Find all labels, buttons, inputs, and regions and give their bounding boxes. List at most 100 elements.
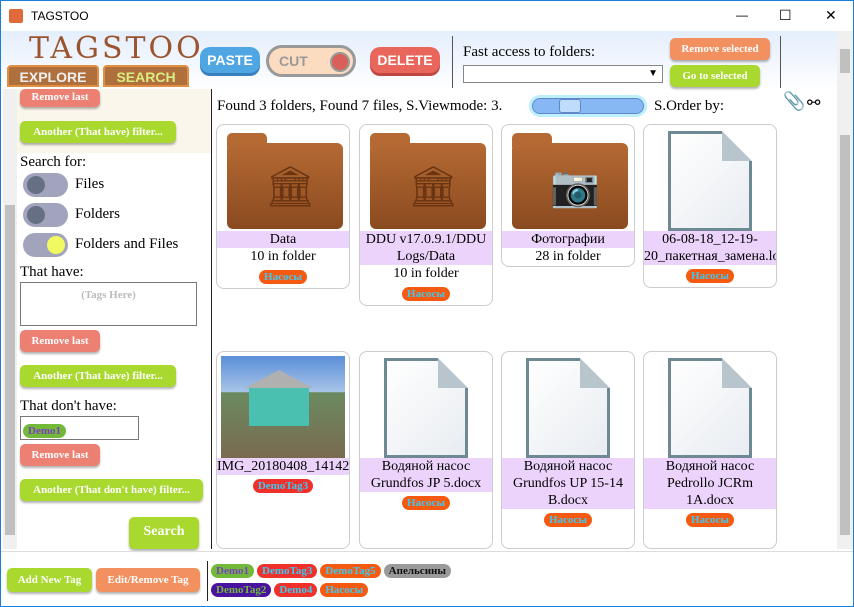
remove-last-button[interactable]: Remove last (20, 330, 100, 352)
edit-remove-tag-button[interactable]: Edit/Remove Tag (96, 568, 200, 592)
search-for-label: Search for: (20, 154, 87, 170)
image-thumbnail (221, 356, 345, 458)
item-name: Водяной насос Grundfos UP 15-14 B.docx (502, 458, 634, 509)
that-have-label: That have: (20, 264, 84, 280)
image-card[interactable]: IMG_20180408_141424.jpg DemoTag3 (216, 351, 350, 549)
tag-chip[interactable]: Насосы (402, 287, 450, 301)
header-scrollbar[interactable] (837, 31, 853, 91)
minimize-button[interactable]: — (736, 8, 748, 22)
tag-chip[interactable]: Demo1 (23, 424, 66, 438)
tag-chip[interactable]: Demo1 (211, 564, 254, 578)
folder-icon: 🏛 (370, 133, 486, 229)
folder-card[interactable]: 🏛 Data 10 in folder Насосы (216, 124, 350, 289)
tag-chip[interactable]: DemoTag2 (211, 583, 272, 597)
tag-chip[interactable]: DemoTag3 (257, 564, 318, 578)
document-icon (668, 131, 752, 231)
cut-label: CUT (279, 53, 308, 69)
file-card[interactable]: 06-08-18_12-19-20_пакетная_замена.log Нас… (643, 124, 777, 288)
file-card[interactable]: Водяной насос Grundfos JP 5.docx Насосы (359, 351, 493, 549)
divider (207, 561, 208, 601)
app-icon (9, 9, 23, 23)
tab-search[interactable]: SEARCH (103, 65, 189, 87)
divider (1, 551, 853, 552)
item-count: 10 in folder (250, 249, 316, 264)
bank-icon: 🏛 (408, 164, 459, 209)
folder-card[interactable]: 🏛 DDU v17.0.9.1/DDU Logs/Data 10 in folder… (359, 124, 493, 306)
another-have-filter-button[interactable]: Another (That have) filter... (20, 121, 176, 143)
tag-chip[interactable]: DemoTag5 (320, 564, 381, 578)
divider (780, 36, 781, 88)
close-button[interactable]: ✕ (825, 7, 837, 24)
that-dont-have-tags-field[interactable]: Demo1 (20, 416, 139, 440)
folder-icon: 🏛 (227, 133, 343, 229)
search-button[interactable]: Search (129, 517, 199, 549)
file-card[interactable]: Водяной насос Pedrollo JCRm 1A.docx Насос… (643, 351, 777, 549)
item-name: DDU v17.0.9.1/DDU Logs/Data (360, 231, 492, 265)
another-have-filter-button[interactable]: Another (That have) filter... (20, 365, 176, 387)
tag-chip[interactable]: Насосы (259, 270, 307, 284)
scroll-thumb[interactable] (5, 205, 15, 535)
title-bar: TAGSTOO — ☐ ✕ (1, 1, 853, 31)
file-card[interactable]: Водяной насос Grundfos UP 15-14 B.docx На… (501, 351, 635, 549)
tag-chip[interactable]: Насосы (544, 513, 592, 527)
item-name: Водяной насос Grundfos JP 5.docx (360, 458, 492, 492)
viewmode-slider[interactable] (529, 95, 647, 117)
status-text: Found 3 folders, Found 7 files, S.Viewmo… (217, 98, 503, 114)
tag-chip[interactable]: Насосы (402, 496, 450, 510)
divider (211, 89, 212, 549)
document-icon (526, 358, 610, 458)
remove-last-button[interactable]: Remove last (20, 444, 100, 466)
tag-chip[interactable]: DemoTag3 (252, 479, 314, 493)
go-to-selected-button[interactable]: Go to selected (670, 65, 760, 87)
tab-explore[interactable]: EXPLORE (7, 65, 99, 87)
paperclip-icon[interactable]: 📎 (783, 91, 805, 112)
toggle-folders[interactable] (23, 203, 68, 227)
document-icon (384, 358, 468, 458)
bank-icon: 🏛 (265, 164, 316, 209)
that-have-tags-field[interactable]: (Tags Here) (20, 282, 197, 326)
left-scrollbar[interactable] (3, 89, 17, 549)
toggle-files-label: Files (75, 176, 105, 192)
tag-chip[interactable]: Насосы (686, 269, 734, 283)
item-count: 10 in folder (393, 266, 459, 281)
tag-list: Demo1 DemoTag3 DemoTag5 Апельсины DemoTag2 De… (211, 561, 491, 599)
link-circles-icon[interactable]: ⚯ (807, 93, 820, 113)
main-scrollbar[interactable] (837, 91, 853, 549)
document-icon (668, 358, 752, 458)
toggle-folders-and-files[interactable] (23, 233, 68, 257)
delete-button[interactable]: DELETE (370, 47, 440, 73)
item-name: Data (217, 231, 349, 248)
cut-knob (330, 52, 350, 72)
add-new-tag-button[interactable]: Add New Tag (7, 568, 92, 592)
toggle-folders-and-files-label: Folders and Files (75, 236, 179, 252)
folder-card[interactable]: 📷 Фотографии 28 in folder (501, 124, 635, 267)
tag-chip[interactable]: Апельсины (383, 564, 451, 578)
another-dont-have-filter-button[interactable]: Another (That don't have) filter... (20, 479, 203, 501)
remove-selected-button[interactable]: Remove selected (670, 38, 770, 60)
dropdown-arrow-icon: ▼ (648, 68, 658, 79)
item-name: Фотографии (502, 231, 634, 248)
cut-toggle[interactable]: CUT (266, 45, 356, 77)
fast-access-label: Fast access to folders: (463, 44, 596, 60)
tag-chip[interactable]: Насосы (320, 583, 369, 597)
item-count: 28 in folder (535, 249, 601, 264)
toggle-folders-label: Folders (75, 206, 120, 222)
maximize-button[interactable]: ☐ (779, 7, 792, 24)
scroll-thumb[interactable] (840, 135, 850, 535)
slider-thumb[interactable] (559, 99, 581, 113)
order-by-label[interactable]: S.Order by: (654, 98, 724, 115)
item-name: 06-08-18_12-19-20_пакетная_замена.log (644, 231, 777, 265)
tag-chip[interactable]: Насосы (686, 513, 734, 527)
toolbar: TAGSTOO EXPLORE SEARCH PASTE CUT DELETE … (1, 31, 837, 91)
item-name: Водяной насос Pedrollo JCRm 1A.docx (644, 458, 776, 509)
divider (452, 36, 453, 88)
that-dont-have-label: That don't have: (20, 398, 117, 414)
paste-button[interactable]: PASTE (200, 47, 260, 73)
window-title: TAGSTOO (31, 9, 89, 23)
camera-icon: 📷 (550, 164, 600, 209)
remove-last-button[interactable]: Remove last (20, 89, 100, 107)
item-name: IMG_20180408_141424.jpg (217, 458, 350, 475)
tag-chip[interactable]: Demo4 (274, 583, 318, 597)
fast-access-select[interactable]: ▼ (463, 65, 663, 83)
toggle-files[interactable] (23, 173, 68, 197)
